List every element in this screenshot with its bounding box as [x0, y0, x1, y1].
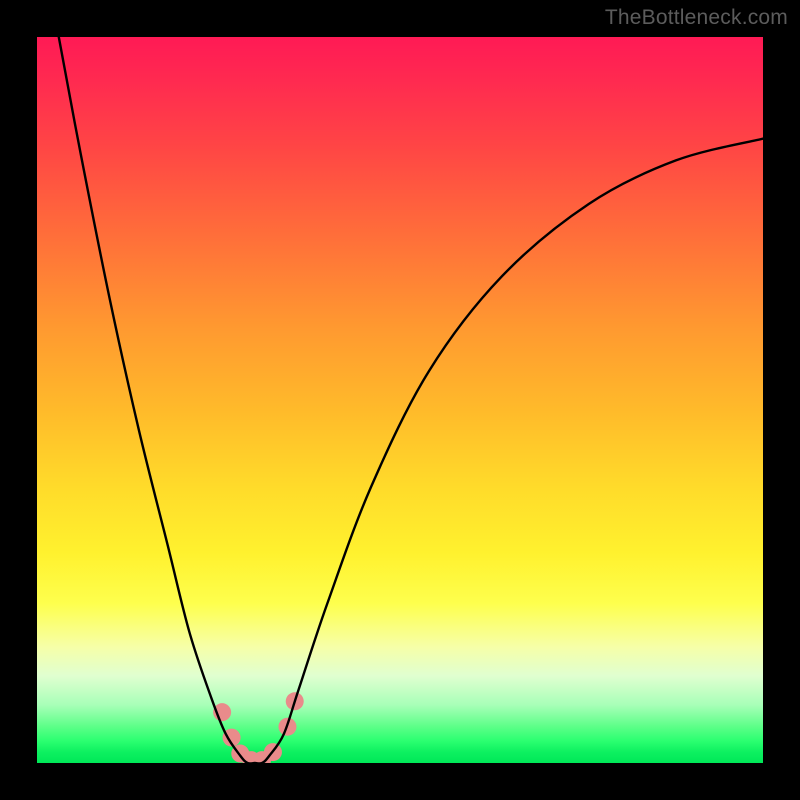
watermark-text: TheBottleneck.com	[605, 6, 788, 30]
curve-layer	[37, 37, 763, 763]
plot-area	[37, 37, 763, 763]
bottleneck-curve	[59, 37, 763, 763]
highlight-markers	[213, 692, 304, 763]
chart-frame: TheBottleneck.com	[0, 0, 800, 800]
